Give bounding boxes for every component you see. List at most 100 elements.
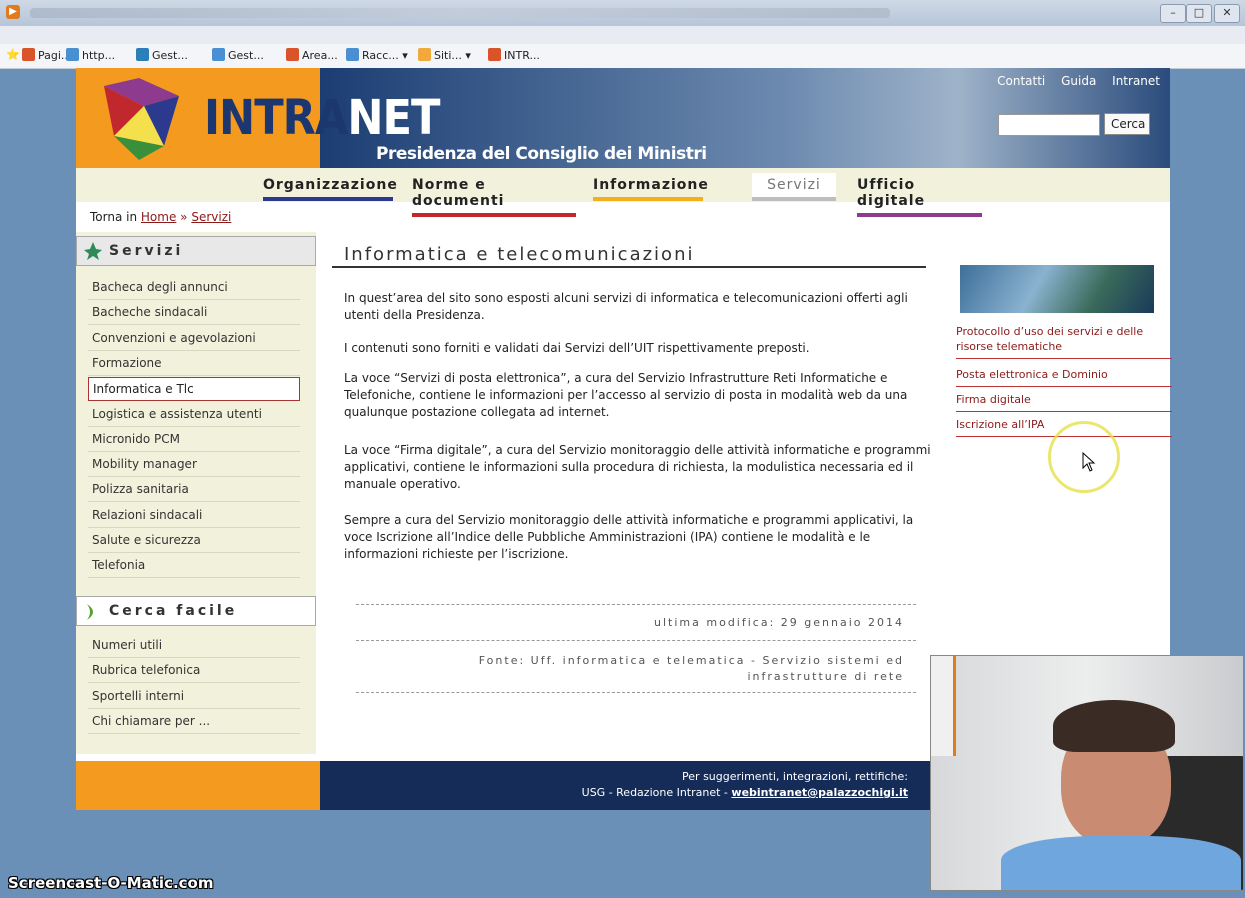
left-sidebar: Servizi Cerca facile Bacheca degli annun… [76,232,316,754]
sidebar-item[interactable]: Bacheca degli annunci [88,276,300,300]
watermark: Screencast-O-Matic.com [8,874,214,892]
breadcrumb: Torna in Home » Servizi [76,202,1170,232]
paragraph: Sempre a cura del Servizio monitoraggio … [344,513,914,561]
title-rule [332,266,926,268]
cerca-facile-item[interactable]: Rubrica telefonica [88,659,300,684]
search-input[interactable] [998,114,1100,136]
sidebar-item[interactable]: Convenzioni e agevolazioni [88,327,300,351]
maximize-button[interactable]: □ [1186,4,1212,23]
cerca-facile-title: Cerca facile [109,603,238,619]
favorite-item[interactable]: INTR... [488,48,540,62]
webcam-hair [1053,700,1175,752]
right-link-posta[interactable]: Posta elettronica e Dominio [956,367,1172,387]
favorite-icon [136,48,149,61]
servizi-star-icon [84,242,102,260]
favorite-item[interactable]: Gest... [212,48,264,62]
sidebar-item[interactable]: Formazione [88,352,300,376]
sidebar-item[interactable]: Micronido PCM [88,428,300,452]
favorites-bar: ⭐ Pagi... http... Gest... Gest... Area... Rac… [0,44,1245,69]
webcam-bg-panel [931,656,956,756]
source-line-1: Fonte: Uff. informatica e telematica - S… [478,654,904,667]
divider [356,640,916,641]
guida-link[interactable]: Guida [1061,74,1096,88]
favorite-label: Gest... [152,49,188,62]
sidebar-item[interactable]: Mobility manager [88,453,300,478]
breadcrumb-home-link[interactable]: Home [141,210,176,224]
right-link-protocollo[interactable]: Protocollo d’uso dei servizi e delle ris… [956,324,1172,359]
site-logo-text[interactable]: INTRANET [204,90,440,146]
blurred-window-title [30,8,890,18]
divider [356,692,916,693]
mouse-pointer-icon [1082,452,1096,472]
sidebar-item[interactable]: Polizza sanitaria [88,478,300,503]
app-icon: ▶ [6,5,20,19]
tech-image [960,265,1154,313]
favorite-icon [66,48,79,61]
paragraph: La voce “Firma digitale”, a cura del Ser… [344,443,931,491]
intranet-link[interactable]: Intranet [1112,74,1160,88]
nav-item-servizi[interactable]: Servizi [752,173,836,201]
cerca-facile-item[interactable]: Numeri utili [88,634,300,658]
site-header: INTRANET Presidenza del Consiglio dei Mi… [76,68,1170,168]
favorite-icon [346,48,359,61]
sidebar-item[interactable]: Salute e sicurezza [88,529,300,553]
contatti-link[interactable]: Contatti [997,74,1045,88]
last-modified: ultima modifica: 29 gennaio 2014 [654,616,904,629]
favorite-icon [418,48,431,61]
source-line-2: infrastrutture di rete [747,670,904,683]
minimize-button[interactable]: – [1160,4,1186,23]
favorite-item[interactable]: Siti... ▾ [418,48,471,62]
sidebar-item[interactable]: Telefonia [88,554,300,579]
cerca-facile-item[interactable]: Sportelli interni [88,685,300,709]
favorite-label: Gest... [228,49,264,62]
cerca-facile-header: Cerca facile [76,596,316,626]
toolbar-strip [0,26,1245,44]
window-titlebar: ▶ – □ ✕ [0,0,1245,26]
logo-star-icon [104,78,179,160]
close-button[interactable]: ✕ [1214,4,1240,23]
cerca-facile-item[interactable]: Chi chiamare per ... [88,710,300,734]
main-nav: Organizzazione Norme e documenti Informazi… [76,168,1170,217]
footer-orange-block [76,761,320,810]
favorite-item[interactable]: Area... [286,48,338,62]
nav-item-organizzazione[interactable]: Organizzazione [263,177,397,201]
paragraph: In quest’area del sito sono esposti alcu… [344,291,908,322]
breadcrumb-separator: » [180,210,188,224]
favorite-label: Siti... ▾ [434,49,471,62]
favorite-item[interactable]: Pagi... [22,48,71,62]
footer-email-link[interactable]: webintranet@palazzochigi.it [731,786,908,799]
webcam-shirt [1001,836,1241,890]
arrow-right-icon [87,604,93,620]
sidebar-item[interactable]: Logistica e assistenza utenti [88,403,300,427]
servizi-title: Servizi [109,243,184,259]
sidebar-item[interactable]: Relazioni sindacali [88,504,300,528]
favorite-item[interactable]: http... [66,48,115,62]
sidebar-item[interactable]: Informatica e Tlc [88,377,300,402]
servizi-header: Servizi [76,236,316,266]
top-links: Contatti Guida Intranet [985,74,1160,88]
footer-line2: USG - Redazione Intranet - [581,786,728,799]
nav-item-informazione[interactable]: Informazione [593,177,708,201]
favorite-icon [212,48,225,61]
page-title: Informatica e telecomunicazioni [344,244,695,265]
breadcrumb-current-link[interactable]: Servizi [191,210,231,224]
right-link-firma[interactable]: Firma digitale [956,392,1172,412]
sidebar-item[interactable]: Bacheche sindacali [88,301,300,326]
breadcrumb-prefix: Torna in [90,210,138,224]
favorite-icon [22,48,35,61]
favorite-icon [286,48,299,61]
favorite-label: http... [82,49,116,62]
favorite-label: INTR... [504,49,540,62]
favorite-item[interactable]: Gest... [136,48,188,62]
paragraph: I contenuti sono forniti e validati dai … [344,341,810,355]
paragraph: La voce “Servizi di posta elettronica”, … [344,371,908,419]
favorite-label: Racc... ▾ [362,49,408,62]
search-button[interactable]: Cerca [1104,113,1150,135]
favorite-icon [488,48,501,61]
footer-line1: Per suggerimenti, integrazioni, rettific… [682,770,908,783]
footer-text: Per suggerimenti, integrazioni, rettific… [582,769,908,801]
favorite-label: Area... [302,49,338,62]
favorite-item[interactable]: Racc... ▾ [346,48,408,62]
favorites-star-icon[interactable]: ⭐ [6,48,20,61]
divider [356,604,916,605]
